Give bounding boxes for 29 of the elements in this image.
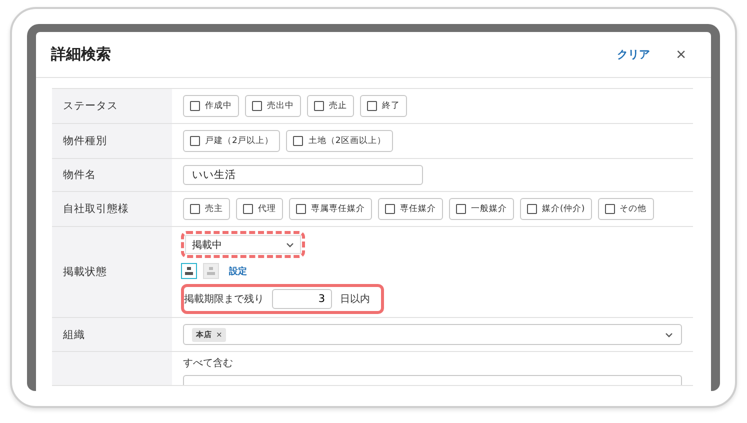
- close-button[interactable]: ×: [676, 44, 686, 64]
- field-label: ステータス: [63, 99, 118, 113]
- status-select[interactable]: 掲載中: [185, 235, 301, 254]
- checkbox-option[interactable]: 専任媒介: [378, 198, 443, 220]
- clear-link[interactable]: クリア: [617, 47, 650, 62]
- field-label: 物件種別: [63, 134, 107, 148]
- checkbox-option[interactable]: 戸建（2戸以上）: [183, 130, 280, 152]
- checkbox-option[interactable]: 代理: [236, 198, 283, 220]
- checkbox-option[interactable]: 専属専任媒介: [289, 198, 372, 220]
- field-label: 自社取引態様: [63, 202, 129, 216]
- field-label: 掲載状態: [63, 265, 107, 279]
- checkbox-option[interactable]: 一般媒介: [449, 198, 514, 220]
- field-label: 組織: [63, 328, 85, 342]
- checkbox-option[interactable]: 土地（2区画以上）: [286, 130, 393, 152]
- checkbox-option[interactable]: 売出中: [245, 95, 301, 117]
- checkbox-option[interactable]: 媒介(仲介): [520, 198, 592, 220]
- dialog-title: 詳細検索: [51, 45, 112, 64]
- field-label: 物件名: [63, 168, 96, 182]
- checkbox-option[interactable]: 売止: [307, 95, 354, 117]
- remaining-label: 掲載期限まで残り: [184, 292, 264, 306]
- settings-link[interactable]: 設定: [229, 264, 247, 278]
- days-field[interactable]: 3: [272, 289, 332, 309]
- checkbox-option[interactable]: その他: [598, 198, 654, 220]
- property-name-field[interactable]: いい生活: [183, 165, 423, 185]
- checkbox-option[interactable]: 作成中: [183, 95, 239, 117]
- checkbox-option[interactable]: 終了: [360, 95, 407, 117]
- contains-caption: すべて含む: [183, 356, 234, 370]
- days-unit: 日以内: [340, 292, 370, 306]
- checkbox-option[interactable]: 売主: [183, 198, 230, 220]
